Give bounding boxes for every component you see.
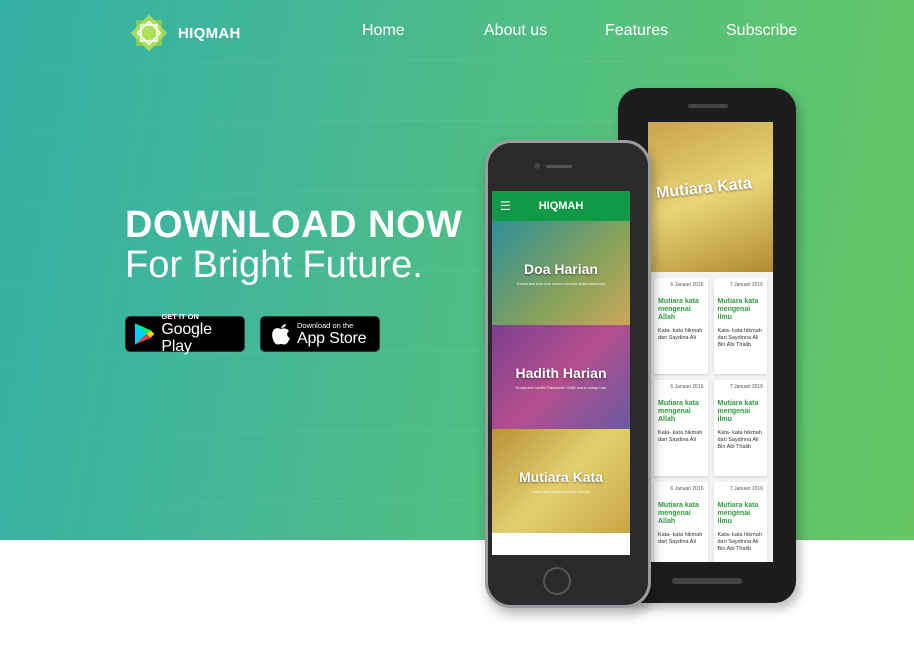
app-store-label: App Store [297, 329, 367, 347]
quote-date: 7 Januari 2016 [729, 282, 763, 288]
google-play-label: Google Play [161, 321, 212, 355]
camera-dot [534, 163, 540, 169]
quote-card[interactable]: 6 Januari 2016 Mutiara kata mengenai All… [654, 482, 708, 562]
back-hero-image: Mutiara Kata [648, 122, 773, 272]
quote-card[interactable]: 6 Januari 2016 Mutiara kata mengenai All… [654, 278, 708, 374]
card-subtitle: Kumpulan doa-doa harian beserta terjemah… [516, 280, 606, 286]
nav-about-us[interactable]: About us [484, 22, 547, 40]
card-subtitle: Kumpulan hadith Rasulullah SAW untuk set… [515, 384, 607, 390]
quote-title: Mutiara kata mengenai Allah [658, 502, 699, 525]
phone-back-screen: Mutiara Kata 6 Januari 2016 Mutiara kata… [648, 122, 773, 562]
quote-card[interactable]: 7 Januari 2016 Mutiara kata mengenai ilm… [713, 380, 767, 476]
nav-features[interactable]: Features [605, 22, 668, 40]
main-nav: Home About us Features Subscribe [0, 22, 914, 46]
hero-headline: DOWNLOAD NOW [125, 204, 463, 246]
card-title: Mutiara Kata [518, 468, 604, 485]
quote-date: 6 Januari 2016 [670, 384, 704, 390]
card-subtitle: Kata-kata mutiara penuh hikmah [532, 488, 590, 494]
hamburger-menu-icon[interactable]: ☰ [500, 199, 511, 213]
category-card-doa[interactable]: Doa Harian Kumpulan doa-doa harian beser… [492, 221, 630, 325]
quote-title: Mutiara kata mengenai ilmu [717, 298, 759, 321]
speaker-grille [688, 104, 728, 108]
quote-card[interactable]: 7 Januari 2016 Mutiara kata mengenai ilm… [713, 482, 767, 562]
app-bar: ☰ HIQMAH [492, 191, 630, 221]
quote-text: Kata- kata hikmah dari Saydina Ali [658, 328, 703, 341]
quote-date: 6 Januari 2016 [670, 486, 704, 492]
quote-text: Kata- kata hikmah dari Saydinna Ali Bin … [717, 328, 762, 348]
quote-text: Kata- kata hikmah dari Saydina Ali [658, 430, 703, 443]
card-title: Doa Harian [524, 260, 598, 277]
quote-title: Mutiara kata mengenai Allah [658, 400, 699, 423]
google-play-button[interactable]: GET IT ON Google Play [125, 312, 245, 355]
apple-icon [272, 324, 290, 345]
category-card-mutiara[interactable]: Mutiara Kata Kata-kata mutiara penuh hik… [492, 429, 630, 533]
app-title: HIQMAH [538, 200, 584, 212]
quote-date: 7 Januari 2016 [729, 486, 763, 492]
app-store-button[interactable]: Download on the App Store [260, 316, 380, 352]
bottom-bar [672, 578, 742, 584]
quote-title: Mutiara kata mengenai ilmu [717, 400, 759, 423]
quote-text: Kata- kata hikmah dari Saydinna Ali Bin … [717, 532, 762, 552]
hero-subline: For Bright Future. [125, 244, 423, 286]
speaker-grille [546, 165, 572, 168]
quote-title: Mutiara kata mengenai ilmu [717, 502, 759, 525]
google-play-icon [134, 323, 155, 345]
phone-mockup-front: ☰ HIQMAH Doa Harian Kumpulan doa-doa har… [485, 140, 651, 608]
quote-text: Kata- kata hikmah dari Saydina Ali [658, 532, 703, 545]
category-card-hadith[interactable]: Hadith Harian Kumpulan hadith Rasulullah… [492, 325, 630, 429]
quote-grid: 6 Januari 2016 Mutiara kata mengenai All… [648, 272, 773, 562]
quote-card[interactable]: 6 Januari 2016 Mutiara kata mengenai All… [654, 380, 708, 476]
nav-subscribe[interactable]: Subscribe [726, 22, 797, 40]
google-play-small: GET IT ON [161, 312, 199, 321]
home-button [543, 567, 571, 595]
quote-date: 6 Januari 2016 [670, 282, 704, 288]
back-hero-title: Mutiara Kata [655, 175, 753, 202]
quote-date: 7 Januari 2016 [729, 384, 763, 390]
quote-card[interactable]: 7 Januari 2016 Mutiara kata mengenai ilm… [713, 278, 767, 374]
phone-front-screen: ☰ HIQMAH Doa Harian Kumpulan doa-doa har… [492, 191, 630, 555]
quote-text: Kata- kata hikmah dari Saydinna Ali Bin … [717, 430, 762, 450]
nav-home[interactable]: Home [362, 22, 405, 40]
quote-title: Mutiara kata mengenai Allah [658, 298, 699, 321]
card-title: Hadith Harian [515, 364, 607, 381]
app-store-small: Download on the [297, 320, 354, 330]
